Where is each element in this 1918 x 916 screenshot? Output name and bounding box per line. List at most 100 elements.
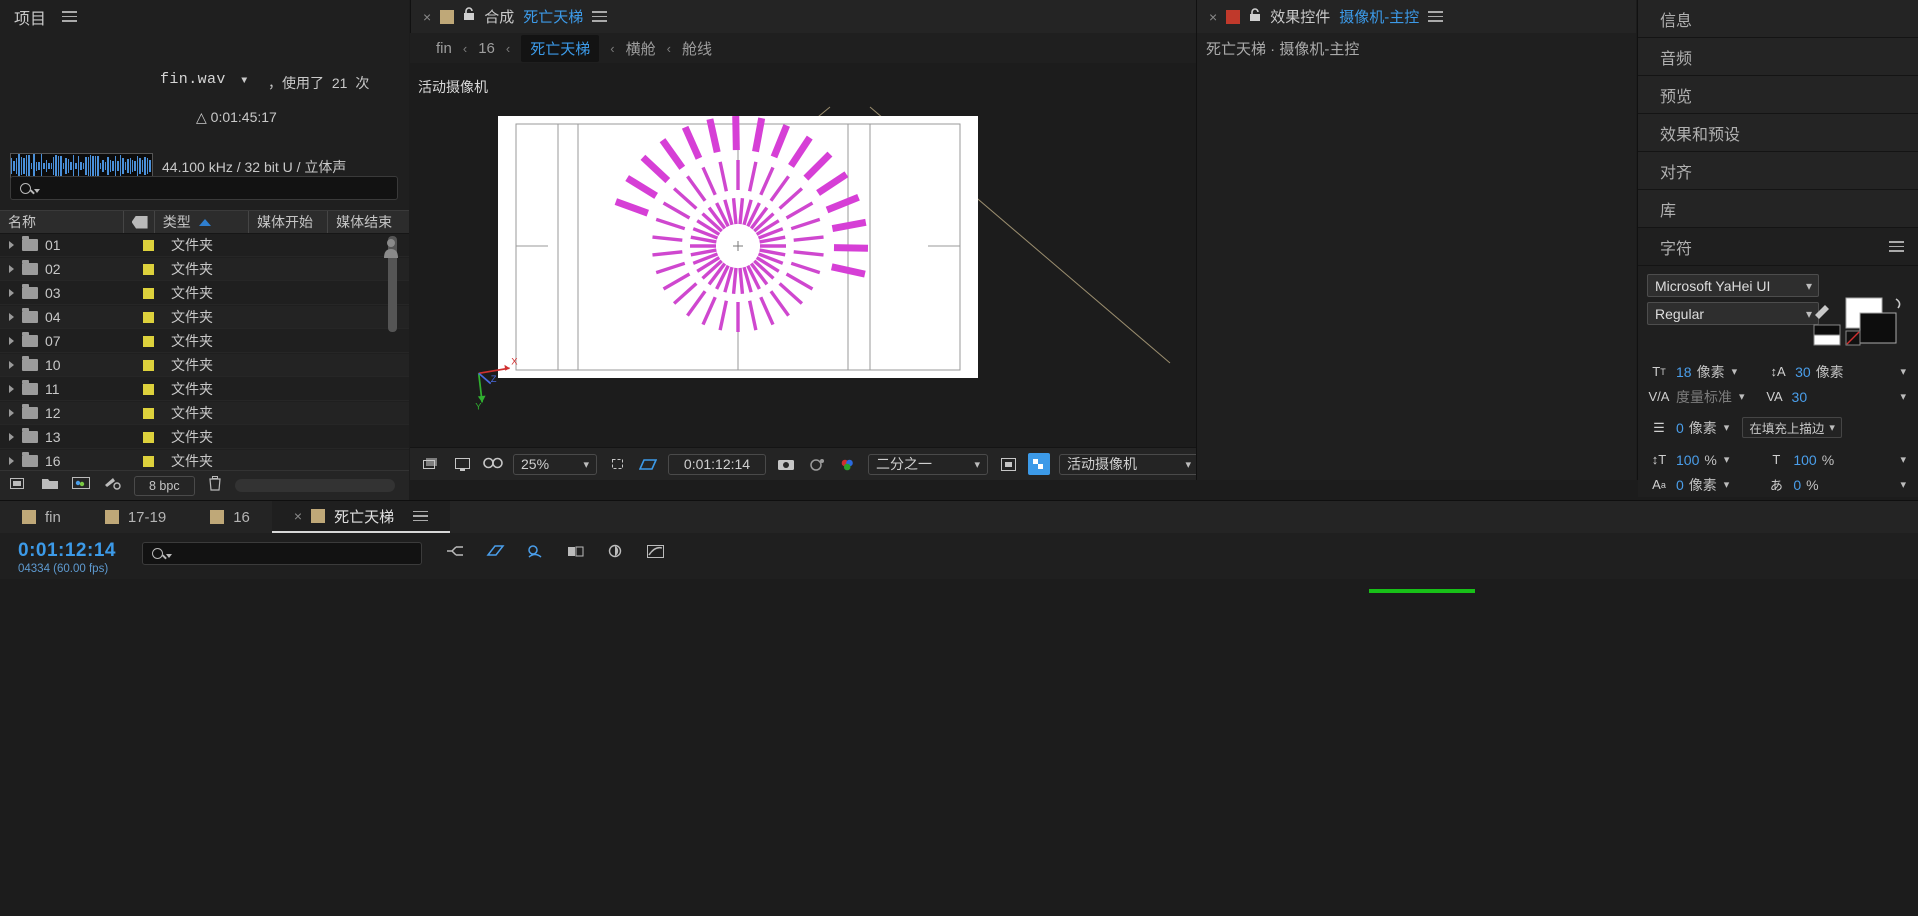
always-preview-icon[interactable] <box>420 453 442 475</box>
panel-menu-icon[interactable] <box>592 11 608 22</box>
chevron-down-icon[interactable]: ▾ <box>1900 478 1906 491</box>
lock-icon[interactable] <box>463 7 475 26</box>
stroke-width-value[interactable]: 0 <box>1676 420 1684 436</box>
project-item-row[interactable]: 13 文件夹 <box>0 426 409 449</box>
composition-canvas[interactable] <box>498 115 978 378</box>
panel-menu-icon[interactable] <box>62 11 78 22</box>
label-color-swatch[interactable] <box>142 263 154 275</box>
current-time-field[interactable]: 0:01:12:14 <box>668 453 766 475</box>
project-tab-row[interactable]: 项目 <box>0 0 409 33</box>
label-color-swatch[interactable] <box>142 383 154 395</box>
close-icon[interactable]: × <box>423 9 431 25</box>
label-color-swatch[interactable] <box>142 431 154 443</box>
expand-arrow-icon[interactable] <box>9 409 14 417</box>
label-color-swatch[interactable] <box>142 311 154 323</box>
show-snapshot-icon[interactable] <box>806 453 828 475</box>
breadcrumb-item-0[interactable]: fin <box>436 40 452 57</box>
dock-item-0[interactable]: 信息 <box>1638 0 1918 38</box>
project-tab-label[interactable]: 项目 <box>14 5 46 29</box>
expand-arrow-icon[interactable] <box>9 361 14 369</box>
region-of-interest-icon[interactable] <box>997 453 1019 475</box>
project-item-row[interactable]: 11 文件夹 <box>0 378 409 401</box>
hide-shy-layers-icon[interactable] <box>526 544 545 564</box>
vertical-scale-value[interactable]: 100 <box>1676 452 1699 468</box>
timeline-tab-1[interactable]: 17-19 <box>83 501 188 533</box>
project-footer-scroll[interactable] <box>234 479 395 492</box>
label-color-swatch[interactable] <box>142 287 154 299</box>
breadcrumb-item-3[interactable]: 横舱 <box>626 38 656 59</box>
dock-item-5[interactable]: 库 <box>1638 190 1918 228</box>
dock-item-1[interactable]: 音频 <box>1638 38 1918 76</box>
snapshot-icon[interactable] <box>775 453 797 475</box>
chevron-down-icon[interactable]: ▾ <box>1900 453 1906 466</box>
project-item-row[interactable]: 07 文件夹 <box>0 330 409 353</box>
close-icon[interactable]: × <box>294 508 302 524</box>
expand-arrow-icon[interactable] <box>9 289 14 297</box>
camera-view-select[interactable]: 活动摄像机 ▾ <box>1059 453 1199 475</box>
bit-depth-button[interactable]: 8 bpc <box>134 475 195 496</box>
chevron-down-icon[interactable]: ▾ <box>1900 365 1906 378</box>
resolution-select[interactable]: 二分之一 ▾ <box>868 453 988 475</box>
project-settings-icon[interactable] <box>72 476 90 495</box>
3d-glasses-icon[interactable] <box>482 453 504 475</box>
stroke-mode-select[interactable]: 在填充上描边 ▾ <box>1742 417 1842 438</box>
text-color-swatches[interactable] <box>1812 297 1904 358</box>
timeline-tab-2[interactable]: 16 <box>188 501 272 533</box>
breadcrumb-item-2[interactable]: 死亡天梯 <box>521 34 600 62</box>
project-item-row[interactable]: 10 文件夹 <box>0 354 409 377</box>
dock-item-6[interactable]: 字符 <box>1638 228 1918 266</box>
dock-item-4[interactable]: 对齐 <box>1638 152 1918 190</box>
label-color-swatch[interactable] <box>142 335 154 347</box>
project-item-row[interactable]: 04 文件夹 <box>0 306 409 329</box>
graph-editor-icon[interactable] <box>646 544 665 564</box>
project-search-input[interactable] <box>10 176 398 200</box>
new-comp-icon[interactable] <box>10 476 28 495</box>
breadcrumb-item-4[interactable]: 舱线 <box>682 38 712 59</box>
expand-arrow-icon[interactable] <box>9 385 14 393</box>
transparency-grid-icon[interactable] <box>1028 453 1050 475</box>
timeline-tab-3[interactable]: × 死亡天梯 <box>271 501 451 533</box>
frame-blending-icon[interactable] <box>566 544 585 564</box>
column-label[interactable] <box>124 211 155 233</box>
leading-value[interactable]: 30 <box>1795 364 1811 380</box>
chevron-down-icon[interactable]: ▾ <box>1724 453 1730 466</box>
column-type[interactable]: 类型 <box>155 211 250 233</box>
horizontal-scale-value[interactable]: 100 <box>1793 452 1816 468</box>
label-color-swatch[interactable] <box>142 239 154 251</box>
panel-menu-icon[interactable] <box>1428 11 1444 22</box>
chevron-down-icon[interactable]: ▾ <box>1732 365 1738 378</box>
timeline-tab-0[interactable]: fin <box>0 501 83 533</box>
composition-mini-flowchart-icon[interactable] <box>446 544 465 564</box>
current-time[interactable]: 0:01:12:14 <box>18 540 116 562</box>
channel-icon[interactable] <box>837 453 859 475</box>
search-dropdown-icon[interactable] <box>34 188 40 193</box>
close-icon[interactable]: × <box>1209 9 1217 25</box>
lock-icon[interactable] <box>1249 7 1261 26</box>
new-folder-icon[interactable] <box>41 476 59 495</box>
dock-item-2[interactable]: 预览 <box>1638 76 1918 114</box>
timeline-search-input[interactable] <box>141 542 422 565</box>
3d-view-icon[interactable] <box>637 453 659 475</box>
safe-zones-icon[interactable] <box>606 453 628 475</box>
comp-tab-name[interactable]: 死亡天梯 <box>523 6 583 27</box>
timecode-display[interactable]: 0:01:12:14 04334 (60.00 fps) <box>0 533 116 575</box>
chevron-down-icon[interactable]: ▾ <box>1739 390 1745 403</box>
project-item-row[interactable]: 12 文件夹 <box>0 402 409 425</box>
panel-menu-icon[interactable] <box>413 510 429 522</box>
column-media-end[interactable]: 媒体结束 <box>328 211 409 233</box>
label-color-swatch[interactable] <box>142 455 154 467</box>
fx-tab-name[interactable]: 摄像机-主控 <box>1339 6 1419 27</box>
chevron-down-icon[interactable]: ▾ <box>1724 421 1730 434</box>
expand-arrow-icon[interactable] <box>9 265 14 273</box>
chevron-down-icon[interactable]: ▾ <box>1724 478 1730 491</box>
breadcrumb-item-1[interactable]: 16 <box>478 40 495 57</box>
font-style-select[interactable]: Regular ▾ <box>1647 302 1819 325</box>
monitor-icon[interactable] <box>451 453 473 475</box>
font-size-value[interactable]: 18 <box>1676 364 1692 380</box>
baseline-shift-value[interactable]: 0 <box>1676 477 1684 493</box>
expand-arrow-icon[interactable] <box>9 241 14 249</box>
project-item-row[interactable]: 01 文件夹 <box>0 234 409 257</box>
column-name[interactable]: 名称 <box>0 211 124 233</box>
tracking-value[interactable]: 30 <box>1792 389 1808 405</box>
project-item-row[interactable]: 03 文件夹 <box>0 282 409 305</box>
